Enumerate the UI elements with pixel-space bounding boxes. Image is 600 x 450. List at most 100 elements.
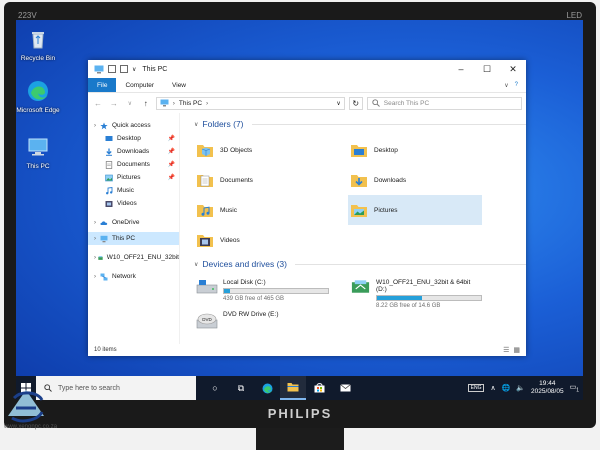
- picture-icon: [105, 174, 113, 181]
- folder-3d-objects[interactable]: 3D Objects: [194, 135, 348, 165]
- search-placeholder: Search This PC: [383, 99, 430, 107]
- drive-usage-bar: [376, 295, 482, 301]
- navigation-pane: › Quick access Desktop 📌 Downloads 📌 Doc…: [88, 113, 180, 344]
- sidebar-item-downloads[interactable]: Downloads 📌: [88, 145, 179, 158]
- computer-icon: [100, 235, 108, 242]
- drive-e[interactable]: DVD DVD RW Drive (E:): [194, 309, 348, 341]
- clock-date: 2025/08/05: [531, 388, 564, 395]
- sidebar-item-pictures[interactable]: Pictures 📌: [88, 171, 179, 184]
- clock-time: 19:44: [539, 380, 556, 387]
- desktop-icon: [105, 135, 113, 141]
- folder-downloads[interactable]: Downloads: [348, 165, 482, 195]
- sidebar-item-music[interactable]: Music: [88, 184, 179, 197]
- drive-c[interactable]: Local Disk (C:) 439 GB free of 465 GB: [194, 277, 348, 309]
- edge-taskbar-icon[interactable]: [254, 376, 280, 400]
- expand-ribbon-icon[interactable]: ∨ ?: [496, 78, 526, 92]
- monitor-led-label: LED: [566, 11, 582, 20]
- file-explorer-taskbar-icon[interactable]: [280, 376, 306, 400]
- dvd-drive-icon: DVD: [196, 313, 218, 329]
- maximize-button[interactable]: ☐: [474, 60, 500, 78]
- pin-icon: 📌: [167, 136, 175, 142]
- recycle-bin-icon: [32, 32, 44, 49]
- search-box[interactable]: Search This PC: [366, 96, 522, 110]
- sidebar-item-label: Desktop: [117, 135, 141, 142]
- address-dropdown-icon[interactable]: ∨: [336, 100, 340, 107]
- tab-view[interactable]: View: [163, 78, 195, 92]
- watermark-logo: www.xenonpc.co.za: [4, 386, 94, 446]
- tab-file[interactable]: File: [88, 78, 117, 92]
- folders-section-header[interactable]: ∨ Folders (7): [194, 117, 526, 131]
- breadcrumb-this-pc[interactable]: This PC: [179, 100, 202, 107]
- sidebar-item-videos[interactable]: Videos: [88, 197, 179, 210]
- drives-heading: Devices and drives (3): [202, 259, 287, 269]
- forward-arrow-icon[interactable]: →: [108, 99, 120, 108]
- folder-pictures[interactable]: Pictures: [348, 195, 482, 225]
- drive-d[interactable]: W10_OFF21_ENU_32bit & 64bit (D:) 8.22 GB…: [348, 277, 482, 309]
- store-icon[interactable]: [306, 376, 332, 400]
- details-view-icon[interactable]: ☰: [503, 346, 509, 354]
- window-title: This PC: [142, 65, 168, 73]
- sidebar-item-this-pc[interactable]: › This PC: [88, 232, 179, 245]
- up-arrow-icon[interactable]: ↑: [140, 99, 152, 108]
- folder-videos[interactable]: Videos: [194, 225, 348, 255]
- properties-icon[interactable]: [108, 65, 116, 73]
- this-pc-icon: [160, 99, 169, 107]
- taskbar-apps: ○ ⧉: [202, 376, 358, 400]
- tab-computer[interactable]: Computer: [116, 78, 163, 92]
- volume-icon[interactable]: 🔈: [516, 384, 525, 392]
- desktop-icon-this-pc[interactable]: This PC: [16, 136, 60, 171]
- videos-folder-icon: [197, 235, 213, 247]
- desktop-icon-edge[interactable]: Microsoft Edge: [16, 80, 60, 115]
- sidebar-item-network[interactable]: › Network: [88, 270, 179, 283]
- network-icon: [100, 273, 108, 280]
- this-pc-icon: [94, 65, 104, 73]
- folder-desktop[interactable]: Desktop: [348, 135, 482, 165]
- minimize-button[interactable]: –: [448, 60, 474, 78]
- cortana-icon[interactable]: ○: [202, 376, 228, 400]
- close-button[interactable]: ✕: [500, 60, 526, 78]
- desktop-folder-icon: [351, 145, 367, 157]
- music-icon: [106, 186, 113, 194]
- drive-usage-fill: [224, 289, 230, 293]
- desktop-icon-label: Microsoft Edge: [16, 107, 60, 114]
- folders-heading: Folders (7): [202, 119, 244, 129]
- mail-icon[interactable]: [332, 376, 358, 400]
- folder-label: Pictures: [374, 206, 398, 214]
- network-tray-icon[interactable]: 🌐: [502, 384, 511, 392]
- sidebar-item-install-disc[interactable]: › W10_OFF21_ENU_32bit: [88, 251, 179, 264]
- notification-center-icon[interactable]: ▭1: [570, 383, 579, 393]
- document-icon: [105, 160, 113, 169]
- back-arrow-icon[interactable]: ←: [92, 99, 104, 108]
- content-pane: ∨ Folders (7) 3D Objects Desktop Documen…: [180, 113, 526, 344]
- toolbar-chevron-icon[interactable]: ∨: [132, 66, 136, 73]
- pin-icon: 📌: [167, 175, 175, 181]
- task-view-icon[interactable]: ⧉: [228, 376, 254, 400]
- video-icon: [105, 200, 113, 207]
- recent-locations-icon[interactable]: ∨: [124, 100, 136, 107]
- folder-documents[interactable]: Documents: [194, 165, 348, 195]
- drive-free-space: 8.22 GB free of 14.6 GB: [376, 303, 441, 309]
- taskbar-clock[interactable]: 19:44 2025/08/05: [531, 380, 564, 396]
- desktop-icon-label: This PC: [26, 163, 50, 170]
- sidebar-item-desktop[interactable]: Desktop 📌: [88, 132, 179, 145]
- sidebar-item-onedrive[interactable]: › OneDrive: [88, 216, 179, 229]
- taskbar: Type here to search ○ ⧉ ENG ∧ 🌐 🔈 19:44 …: [16, 376, 583, 400]
- download-icon: [106, 148, 112, 156]
- show-hidden-icons-icon[interactable]: ∧: [490, 384, 495, 392]
- input-method-icon[interactable]: ENG: [467, 384, 485, 392]
- large-icons-view-icon[interactable]: ▦: [513, 346, 520, 354]
- sidebar-item-quick-access[interactable]: › Quick access: [88, 119, 179, 132]
- drive-label: DVD RW Drive (E:): [223, 311, 279, 318]
- desktop-icon-recycle-bin[interactable]: Recycle Bin: [16, 28, 60, 63]
- sidebar-item-label: OneDrive: [112, 219, 140, 226]
- address-bar[interactable]: › This PC › ∨: [155, 96, 345, 110]
- refresh-button[interactable]: ↻: [348, 96, 363, 110]
- window-titlebar[interactable]: ∨ This PC – ☐ ✕: [88, 60, 526, 78]
- new-folder-icon[interactable]: [120, 65, 128, 73]
- folder-music[interactable]: Music: [194, 195, 348, 225]
- sidebar-item-documents[interactable]: Documents 📌: [88, 158, 179, 171]
- monitor-stand: [256, 428, 344, 450]
- drives-section-header[interactable]: ∨ Devices and drives (3): [194, 257, 526, 271]
- drive-label: Local Disk (C:): [223, 279, 266, 286]
- folder-label: Desktop: [374, 146, 398, 154]
